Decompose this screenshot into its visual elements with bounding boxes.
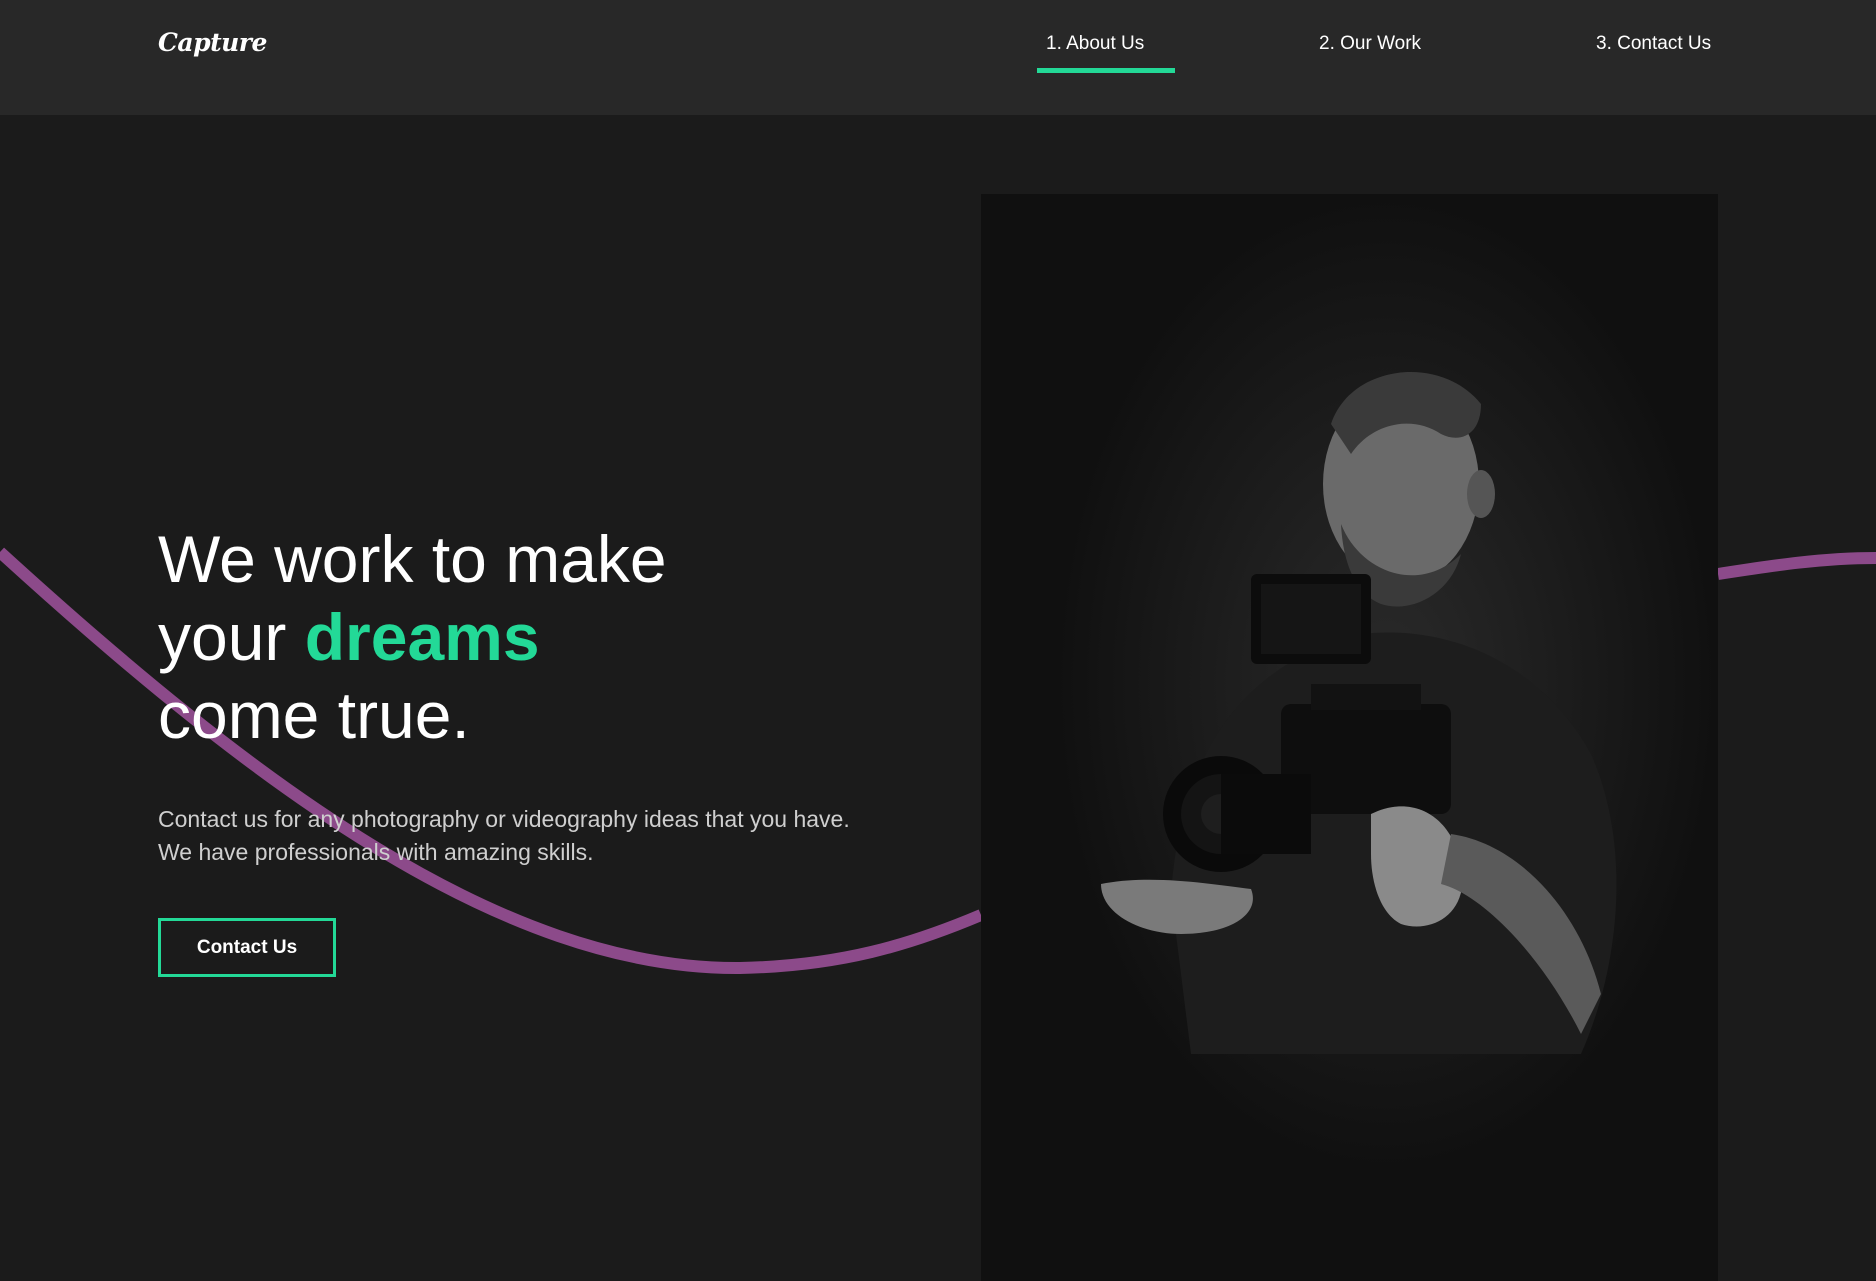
videographer-photo: [981, 194, 1718, 1281]
hero-description: Contact us for any photography or videog…: [158, 806, 850, 865]
headline-line-3: come true.: [158, 678, 470, 752]
headline-accent-word: dreams: [304, 600, 540, 674]
hero-headline: We work to make your dreams come true.: [158, 520, 667, 754]
headline-line-2-prefix: your: [158, 600, 305, 674]
headline-line-1: We work to make: [158, 522, 667, 596]
contact-us-button[interactable]: Contact Us: [158, 918, 336, 977]
photo-illustration: [981, 194, 1718, 1281]
